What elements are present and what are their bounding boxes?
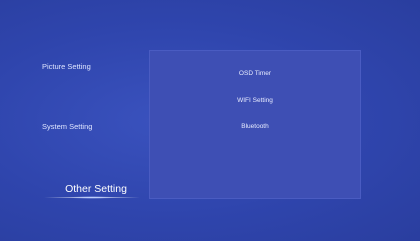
menu-item-system-setting[interactable]: System Setting xyxy=(42,122,142,131)
option-bluetooth[interactable]: Bluetooth xyxy=(150,123,360,130)
option-wifi-setting[interactable]: WIFI Setting xyxy=(150,97,360,104)
menu-item-picture-setting[interactable]: Picture Setting xyxy=(42,62,142,71)
settings-screen: Picture Setting System Setting Other Set… xyxy=(0,0,420,241)
active-menu-highlight xyxy=(70,196,114,199)
other-setting-panel: OSD Timer WIFI Setting Bluetooth xyxy=(149,50,361,199)
menu-item-other-setting[interactable]: Other Setting xyxy=(44,183,148,195)
option-osd-timer[interactable]: OSD Timer xyxy=(150,70,360,77)
